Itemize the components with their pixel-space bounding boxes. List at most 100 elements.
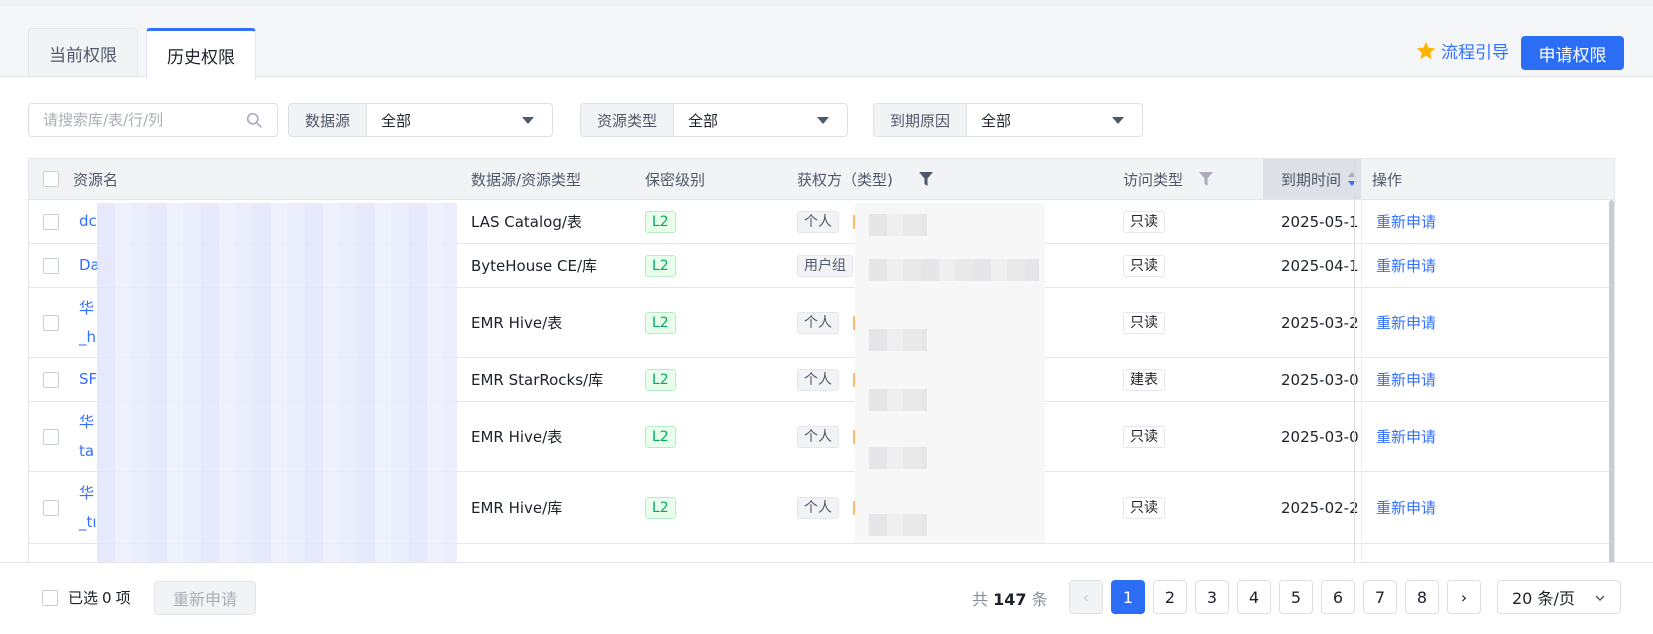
- tab-history-permissions[interactable]: 历史权限: [146, 28, 256, 80]
- col-action: 操作: [1372, 170, 1403, 189]
- source-type-cell: EMR Hive/库: [471, 499, 563, 517]
- col-grantee-label: 获权方（类型): [797, 170, 893, 189]
- page-size-select[interactable]: 20 条/页: [1497, 580, 1621, 614]
- total-count: 共 147 条: [972, 586, 1048, 610]
- fixed-column-divider: [1354, 159, 1355, 562]
- process-guide-label: 流程引导: [1441, 43, 1509, 63]
- access-type-tag: 只读: [1123, 496, 1165, 519]
- level-tag: L2: [645, 254, 676, 277]
- permission-tabs: 当前权限 历史权限: [28, 28, 264, 80]
- col-access-label: 访问类型: [1123, 170, 1184, 189]
- col-access-type: 访问类型: [1123, 159, 1214, 199]
- col-grantee: 获权方（类型): [797, 159, 933, 199]
- grantee-type-tag: 个人: [797, 368, 839, 391]
- grantee-type-tag: 用户组: [797, 254, 853, 277]
- level-tag: L2: [645, 368, 676, 391]
- resource-type-filter-value[interactable]: 全部: [674, 104, 847, 136]
- table-scrollbar[interactable]: [1609, 200, 1614, 562]
- caret-down-icon: [817, 117, 829, 124]
- process-guide-link[interactable]: 流程引导: [1415, 38, 1509, 63]
- source-type-cell: EMR Hive/表: [471, 314, 563, 332]
- star-icon: [1416, 41, 1436, 59]
- reapply-link[interactable]: 重新申请: [1376, 312, 1436, 333]
- apply-permission-button[interactable]: 申请权限: [1521, 36, 1624, 70]
- page-size-value: 20 条/页: [1512, 589, 1575, 608]
- chevron-down-icon: [1595, 595, 1605, 602]
- footer-select-all-checkbox[interactable]: [42, 589, 58, 606]
- top-strip: [0, 0, 1653, 6]
- page-8-button[interactable]: 8: [1405, 580, 1439, 614]
- page-6-button[interactable]: 6: [1321, 580, 1355, 614]
- resource-name-link[interactable]: 华: [79, 408, 94, 437]
- chevron-right-icon[interactable]: ›: [1447, 580, 1481, 614]
- reapply-link[interactable]: 重新申请: [1376, 497, 1436, 518]
- reapply-link[interactable]: 重新申请: [1376, 211, 1436, 232]
- pagination: ‹ 1 2 3 4 5 6 7 8 ›: [1069, 580, 1489, 614]
- col-expire-time[interactable]: 到期时间: [1263, 159, 1361, 199]
- row-checkbox[interactable]: [43, 213, 59, 230]
- table-header: 资源名 数据源/资源类型 保密级别 获权方（类型) 访问类型 到期时间 操作: [29, 159, 1614, 200]
- filter-icon[interactable]: [1199, 172, 1214, 186]
- grantee-type-tag: 个人: [797, 311, 839, 334]
- search-input[interactable]: [43, 104, 243, 136]
- access-type-tag: 只读: [1123, 425, 1165, 448]
- resource-type-selected: 全部: [688, 111, 719, 130]
- redacted-grantee-area: [855, 203, 1045, 543]
- search-icon[interactable]: [246, 112, 263, 129]
- row-checkbox[interactable]: [43, 257, 59, 274]
- fixed-column-shadow: [1361, 159, 1362, 562]
- redacted-resource-names: [97, 203, 457, 562]
- expire-time-cell: 2025-03-2: [1281, 313, 1359, 332]
- expire-reason-selected: 全部: [981, 111, 1012, 130]
- tab-current-permissions[interactable]: 当前权限: [28, 28, 138, 78]
- resource-name-link-line2[interactable]: _h: [79, 323, 96, 352]
- redacted-grantee: [869, 514, 927, 536]
- resource-name-link-line2[interactable]: _tı: [79, 508, 97, 537]
- datasource-filter[interactable]: 数据源 全部: [288, 103, 553, 137]
- expire-reason-filter[interactable]: 到期原因 全部: [873, 103, 1143, 137]
- col-expire-label: 到期时间: [1281, 170, 1342, 189]
- page-2-button[interactable]: 2: [1153, 580, 1187, 614]
- expire-reason-filter-label: 到期原因: [874, 104, 968, 136]
- batch-reapply-button[interactable]: 重新申请: [154, 581, 256, 615]
- expire-time-cell: 2025-02-2: [1281, 498, 1359, 517]
- source-type-cell: ByteHouse CE/库: [471, 257, 598, 275]
- row-checkbox[interactable]: [43, 314, 59, 331]
- page-5-button[interactable]: 5: [1279, 580, 1313, 614]
- expire-time-cell: 2025-03-0: [1281, 427, 1359, 446]
- reapply-link[interactable]: 重新申请: [1376, 369, 1436, 390]
- select-all-checkbox[interactable]: [43, 171, 59, 187]
- access-type-tag: 只读: [1123, 254, 1165, 277]
- redacted-grantee: [869, 389, 927, 411]
- filter-icon[interactable]: [918, 172, 933, 186]
- resource-name-link[interactable]: 华: [79, 294, 94, 323]
- col-resource-name: 资源名: [73, 170, 119, 189]
- chevron-left-icon[interactable]: ‹: [1069, 580, 1103, 614]
- expire-reason-filter-value[interactable]: 全部: [967, 104, 1142, 136]
- row-checkbox[interactable]: [43, 428, 59, 445]
- page-7-button[interactable]: 7: [1363, 580, 1397, 614]
- resource-name-link[interactable]: 华: [79, 479, 94, 508]
- page-4-button[interactable]: 4: [1237, 580, 1271, 614]
- redacted-grantee: [869, 259, 1039, 281]
- level-tag: L2: [645, 425, 676, 448]
- expire-time-cell: 2025-03-0: [1281, 370, 1359, 389]
- resource-name-link[interactable]: dc: [79, 207, 97, 236]
- selected-number: 0: [102, 588, 112, 607]
- page-1-button[interactable]: 1: [1111, 580, 1145, 614]
- grantee-type-tag: 个人: [797, 425, 839, 448]
- resource-type-filter[interactable]: 资源类型 全部: [580, 103, 848, 137]
- datasource-filter-value[interactable]: 全部: [367, 104, 552, 136]
- source-type-cell: EMR Hive/表: [471, 428, 563, 446]
- resource-name-link-line2[interactable]: ta: [79, 437, 94, 466]
- level-tag: L2: [645, 210, 676, 233]
- reapply-link[interactable]: 重新申请: [1376, 426, 1436, 447]
- select-all-cell: [43, 159, 59, 199]
- reapply-link[interactable]: 重新申请: [1376, 255, 1436, 276]
- page-3-button[interactable]: 3: [1195, 580, 1229, 614]
- grantee-type-tag: 个人: [797, 210, 839, 233]
- row-checkbox[interactable]: [43, 371, 59, 388]
- row-checkbox[interactable]: [43, 499, 59, 516]
- selected-prefix: 已选: [68, 589, 99, 607]
- resource-name-link[interactable]: SF: [79, 365, 97, 394]
